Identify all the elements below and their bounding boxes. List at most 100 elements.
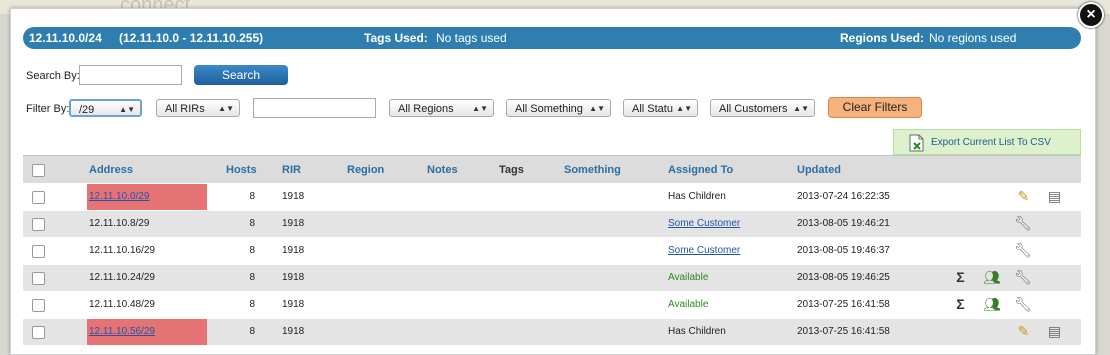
hosts-cell: 8 [249, 245, 255, 256]
customers-filter-value: All Customers [719, 103, 788, 115]
subnet-range: (12.11.10.0 - 12.11.10.255) [119, 31, 264, 45]
table-row: 12.11.10.16/29 8 1918 Some Customer 2013… [23, 237, 1081, 264]
something-filter-select[interactable]: All Something ▲▼ [506, 99, 611, 117]
wrench-icon[interactable]: 🔧︎ [1014, 215, 1032, 232]
availability-cell: Available [668, 272, 709, 283]
column-header-region[interactable]: Region [347, 164, 384, 176]
export-csv-label: Export Current List To CSV [931, 137, 1051, 148]
address-link[interactable]: 12.11.10.0/29 [89, 191, 149, 202]
assigned-cell: Has Children [668, 326, 726, 337]
updated-cell: 2013-07-25 16:41:58 [797, 299, 890, 310]
filter-by-label: Filter By: [26, 103, 70, 115]
row-checkbox[interactable] [32, 326, 45, 339]
rir-filter-value: All RIRs [165, 103, 205, 115]
table-row: 12.11.10.0/29 8 1918 Has Children 2013-0… [23, 183, 1081, 210]
table-header-row: Address Hosts RIR Region Notes Tags Some… [23, 155, 1081, 183]
column-header-something[interactable]: Something [564, 164, 621, 176]
row-checkbox[interactable] [32, 245, 45, 258]
row-checkbox[interactable] [32, 218, 45, 231]
select-arrow-icon: ▲▼ [793, 104, 809, 113]
rir-filter-select[interactable]: All RIRs ▲▼ [156, 99, 240, 117]
regions-used-value: No regions used [929, 31, 1017, 45]
rir-cell: 1918 [282, 245, 305, 256]
rir-cell: 1918 [282, 218, 305, 229]
status-filter-value: All Statu [632, 103, 673, 115]
row-checkbox[interactable] [32, 299, 45, 312]
address-cell: 12.11.10.48/29 [89, 299, 155, 310]
column-header-address[interactable]: Address [89, 164, 133, 176]
updated-cell: 2013-08-05 19:46:25 [797, 272, 890, 283]
row-checkbox[interactable] [32, 191, 45, 204]
assign-users-icon[interactable]: 👥︎ [983, 296, 1001, 313]
search-input[interactable] [79, 65, 182, 85]
subnet-modal: 12.11.10.0/24 (12.11.10.0 - 12.11.10.255… [10, 8, 1096, 355]
address-link[interactable]: 12.11.10.56/29 [89, 326, 155, 337]
table-row: 12.11.10.24/29 8 1918 Available 2013-08-… [23, 264, 1081, 291]
regions-used-label: Regions Used: [840, 31, 925, 45]
sigma-icon[interactable]: Σ [952, 269, 969, 286]
availability-cell: Available [668, 299, 709, 310]
address-cell: 12.11.10.8/29 [89, 218, 150, 229]
hosts-cell: 8 [249, 191, 255, 202]
updated-cell: 2013-08-05 19:46:21 [797, 218, 890, 229]
search-button[interactable]: Search [194, 65, 288, 85]
wrench-icon[interactable]: 🔧︎ [1014, 242, 1032, 259]
filter-text-input[interactable] [253, 98, 376, 118]
column-header-hosts[interactable]: Hosts [226, 164, 257, 176]
wrench-icon[interactable]: 🔧︎ [1014, 269, 1032, 286]
edit-notes-icon[interactable]: ✎ [1015, 323, 1032, 340]
column-header-rir[interactable]: RIR [282, 164, 301, 176]
updated-cell: 2013-07-25 16:41:58 [797, 326, 890, 337]
csv-file-icon [909, 134, 924, 152]
details-icon[interactable]: ▤ [1046, 323, 1063, 340]
hosts-cell: 8 [249, 272, 255, 283]
tags-used-label: Tags Used: [364, 31, 428, 45]
select-arrow-icon: ▲▼ [472, 104, 488, 113]
hosts-cell: 8 [249, 218, 255, 229]
assigned-cell: Has Children [668, 191, 726, 202]
regions-filter-value: All Regions [398, 103, 454, 115]
address-cell: 12.11.10.16/29 [89, 245, 155, 256]
export-csv-button[interactable]: Export Current List To CSV [893, 129, 1081, 155]
address-cell: 12.11.10.24/29 [89, 272, 155, 283]
sigma-icon[interactable]: Σ [952, 296, 969, 313]
mask-filter-select[interactable]: /29 ▲▼ [69, 99, 142, 117]
close-button[interactable]: × [1078, 2, 1104, 28]
subnet-cidr: 12.11.10.0/24 [29, 31, 102, 45]
customer-link[interactable]: Some Customer [668, 245, 740, 256]
hosts-cell: 8 [249, 299, 255, 310]
column-header-tags: Tags [499, 164, 524, 176]
column-header-updated[interactable]: Updated [797, 164, 841, 176]
column-header-notes[interactable]: Notes [427, 164, 458, 176]
rir-cell: 1918 [282, 272, 305, 283]
select-arrow-icon: ▲▼ [589, 104, 605, 113]
assign-users-icon[interactable]: 👥︎ [983, 269, 1001, 286]
tags-used-value: No tags used [436, 31, 507, 45]
rir-cell: 1918 [282, 326, 305, 337]
edit-notes-icon[interactable]: ✎ [1015, 188, 1032, 205]
status-filter-select[interactable]: All Statu ▲▼ [623, 99, 698, 117]
subnet-table: Address Hosts RIR Region Notes Tags Some… [23, 155, 1081, 345]
rir-cell: 1918 [282, 299, 305, 310]
select-arrow-icon: ▲▼ [218, 104, 234, 113]
search-by-label: Search By: [26, 70, 80, 82]
regions-filter-select[interactable]: All Regions ▲▼ [389, 99, 494, 117]
select-arrow-icon: ▲▼ [676, 104, 692, 113]
row-checkbox[interactable] [32, 272, 45, 285]
table-row: 12.11.10.48/29 8 1918 Available 2013-07-… [23, 291, 1081, 318]
customers-filter-select[interactable]: All Customers ▲▼ [710, 99, 815, 117]
something-filter-value: All Something [515, 103, 583, 115]
details-icon[interactable]: ▤ [1046, 188, 1063, 205]
column-header-assigned-to[interactable]: Assigned To [668, 164, 733, 176]
select-all-checkbox[interactable] [32, 164, 45, 177]
updated-cell: 2013-07-24 16:22:35 [797, 191, 890, 202]
customer-link[interactable]: Some Customer [668, 218, 740, 229]
clear-filters-button[interactable]: Clear Filters [828, 97, 922, 118]
select-arrow-icon: ▲▼ [119, 105, 135, 114]
table-row: 12.11.10.8/29 8 1918 Some Customer 2013-… [23, 210, 1081, 237]
subnet-header-bar: 12.11.10.0/24 (12.11.10.0 - 12.11.10.255… [23, 27, 1081, 49]
hosts-cell: 8 [249, 326, 255, 337]
wrench-icon[interactable]: 🔧︎ [1014, 296, 1032, 313]
rir-cell: 1918 [282, 191, 305, 202]
updated-cell: 2013-08-05 19:46:37 [797, 245, 890, 256]
